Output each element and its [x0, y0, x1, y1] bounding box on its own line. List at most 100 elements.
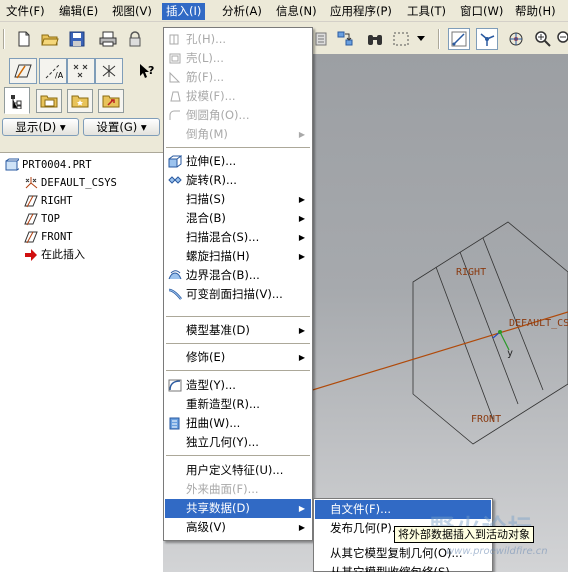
revolve-icon	[168, 176, 182, 184]
menu-help[interactable]: 帮助(H)	[511, 3, 560, 20]
tooltip: 将外部数据插入到活动对象	[394, 526, 534, 543]
menu-item-swept-blend[interactable]: 扫描混合(S)... ▶	[165, 228, 311, 247]
menu-item-warp[interactable]: 扭曲(W)...	[165, 414, 311, 433]
csys-origin	[498, 330, 502, 334]
rib-icon	[169, 71, 181, 83]
datum-display-toolbar: /A ?	[0, 54, 163, 86]
menu-item-model-datum[interactable]: 模型基准(D) ▶	[165, 321, 311, 340]
style-icon	[168, 379, 182, 392]
part-icon	[5, 158, 19, 171]
hole-icon	[169, 34, 179, 45]
settings-dropdown-button[interactable]: 设置(G) ▾	[83, 118, 160, 136]
menu-window[interactable]: 窗口(W)	[456, 3, 507, 20]
tree-item-label: PRT0004.PRT	[22, 159, 92, 171]
menu-edit[interactable]: 编辑(E)	[55, 3, 102, 20]
point-display-icon[interactable]	[67, 58, 95, 84]
zoom-in-icon[interactable]	[532, 28, 554, 50]
context-help-icon[interactable]: ?	[136, 60, 158, 82]
menu-item-style[interactable]: 造型(Y)...	[165, 376, 311, 395]
plane-display-icon[interactable]	[9, 58, 37, 84]
menu-separator	[166, 343, 310, 345]
warp-icon	[169, 417, 180, 430]
save-icon[interactable]	[66, 28, 88, 50]
menu-item-chamfer[interactable]: 倒角(M) ▶	[165, 125, 311, 144]
regenerate-icon[interactable]	[334, 28, 356, 50]
print-icon[interactable]	[97, 28, 119, 50]
menu-item-boundary-blend[interactable]: 边界混合(B)...	[165, 266, 311, 285]
menu-item-cosmetic[interactable]: 修饰(E) ▶	[165, 348, 311, 367]
menu-bar: 文件(F) 编辑(E) 视图(V) 插入(I) 分析(A) 信息(N) 应用程序…	[0, 0, 568, 22]
menu-item-restyle[interactable]: 重新造型(R)...	[165, 395, 311, 414]
toolbar-separator	[438, 29, 440, 49]
svg-text:?: ?	[148, 64, 154, 77]
tab-folder-browser[interactable]	[36, 89, 62, 113]
menu-file[interactable]: 文件(F)	[2, 3, 49, 20]
submenu-arrow-icon: ▶	[298, 195, 305, 204]
y-axis-label: y	[507, 348, 513, 359]
extrude-icon	[168, 155, 182, 168]
select-box-icon[interactable]	[390, 28, 412, 50]
menu-item-variable-section-sweep[interactable]: 可变剖面扫描(V)...	[165, 285, 311, 304]
menu-separator	[166, 455, 310, 457]
shell-icon	[169, 53, 181, 64]
menu-insert[interactable]: 插入(I)	[162, 3, 206, 20]
menu-item-extrude[interactable]: 拉伸(E)...	[165, 152, 311, 171]
menu-separator	[166, 316, 310, 318]
csys-label: DEFAULT_CS	[509, 318, 568, 329]
datum-csys-icon[interactable]	[476, 28, 498, 50]
tab-model-tree[interactable]	[4, 87, 30, 114]
menu-item-foreign-surface[interactable]: 外来曲面(F)...	[165, 480, 311, 499]
tab-favorites[interactable]	[67, 89, 93, 113]
menu-tools[interactable]: 工具(T)	[403, 3, 450, 20]
menu-item-revolve[interactable]: 旋转(R)...	[165, 171, 311, 190]
menu-analysis[interactable]: 分析(A)	[218, 3, 266, 20]
binoculars-icon[interactable]	[364, 28, 386, 50]
menu-item-udf[interactable]: 用户定义特征(U)...	[165, 461, 311, 480]
csys-icon	[25, 177, 38, 189]
menu-item-draft[interactable]: 拔模(F)...	[165, 87, 311, 106]
round-icon	[169, 110, 180, 120]
csys-display-icon[interactable]	[95, 58, 123, 84]
tab-connections[interactable]	[98, 89, 124, 113]
datum-axis-icon[interactable]	[310, 28, 332, 50]
menu-item-helical-sweep[interactable]: 螺旋扫描(H) ▶	[165, 247, 311, 266]
new-file-icon[interactable]	[13, 28, 35, 50]
submenu-arrow-icon: ▶	[298, 233, 305, 242]
tree-item-label: FRONT	[41, 231, 73, 243]
axis-display-icon[interactable]: /A	[39, 58, 67, 84]
insert-here-arrow-icon	[25, 249, 37, 261]
dropdown-icon[interactable]	[414, 28, 428, 50]
datum-plane-icon	[24, 195, 38, 208]
variable-sweep-icon	[168, 288, 182, 300]
navigator-tabs	[0, 87, 163, 115]
toolbar-grip	[3, 29, 5, 49]
lock-icon[interactable]	[124, 28, 146, 50]
model-tree-icon[interactable]	[448, 28, 470, 50]
menu-item-round[interactable]: 倒圆角(O)...	[165, 106, 311, 125]
tree-item-label: 在此插入	[41, 248, 85, 261]
menu-item-hole[interactable]: 孔(H)...	[165, 30, 311, 49]
menu-item-sweep[interactable]: 扫描(S) ▶	[165, 190, 311, 209]
watermark-url: www.proewildfire.cn	[446, 546, 548, 557]
menu-view[interactable]: 视图(V)	[108, 3, 156, 20]
menu-separator	[166, 147, 310, 149]
menu-applications[interactable]: 应用程序(P)	[326, 3, 396, 20]
submenu-arrow-icon: ▶	[298, 130, 305, 139]
menu-item-shell[interactable]: 壳(L)...	[165, 49, 311, 68]
menu-item-independent-geometry[interactable]: 独立几何(Y)...	[165, 433, 311, 452]
tree-item-label: DEFAULT_CSYS	[41, 177, 117, 189]
svg-text:/A: /A	[55, 71, 63, 80]
display-dropdown-button[interactable]: 显示(D) ▾	[2, 118, 79, 136]
submenu-arrow-icon: ▶	[298, 523, 305, 532]
menu-item-shared-data[interactable]: 共享数据(D) ▶	[165, 499, 311, 518]
open-folder-icon[interactable]	[39, 28, 61, 50]
front-plane-label: FRONT	[471, 414, 501, 425]
menu-item-rib[interactable]: 筋(F)...	[165, 68, 311, 87]
insert-menu: 孔(H)... 壳(L)... 筋(F)... 拔模(F)... 倒圆角(O).…	[163, 27, 313, 541]
zoom-out-icon[interactable]	[556, 28, 568, 50]
menu-item-blend[interactable]: 混合(B) ▶	[165, 209, 311, 228]
tree-item-label: RIGHT	[41, 195, 73, 207]
spin-icon[interactable]	[505, 28, 527, 50]
menu-item-advanced[interactable]: 高级(V) ▶	[165, 518, 311, 537]
menu-info[interactable]: 信息(N)	[272, 3, 321, 20]
